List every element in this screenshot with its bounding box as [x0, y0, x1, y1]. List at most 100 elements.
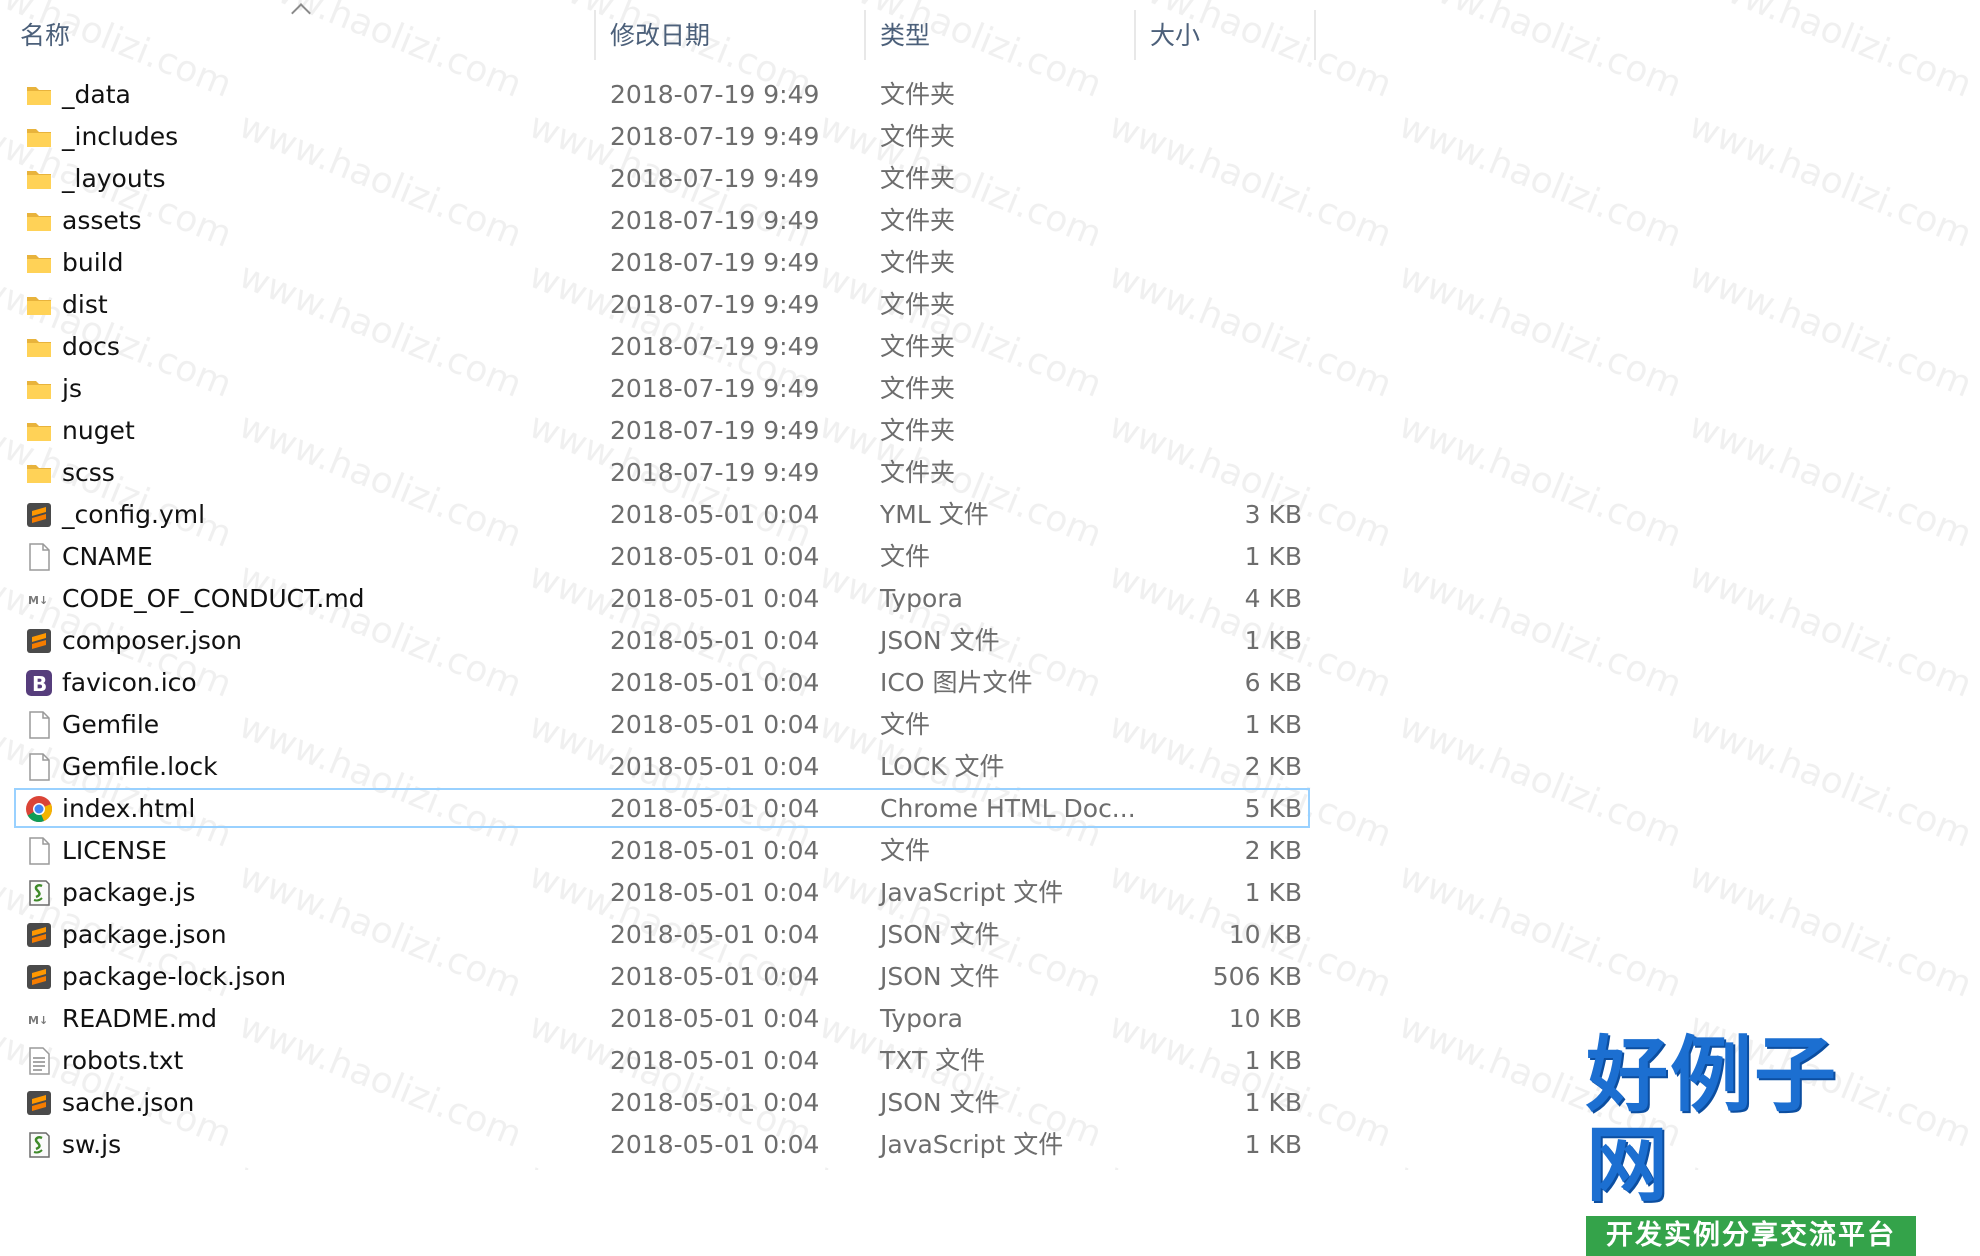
file-name: robots.txt	[62, 1046, 184, 1075]
file-type: JSON 文件	[880, 920, 1000, 949]
file-type: 文件夹	[880, 80, 956, 109]
file-size	[1150, 242, 1302, 284]
column-header-name-label: 名称	[20, 21, 71, 50]
file-row[interactable]: Gemfile 2018-05-01 0:04 文件 1 KB	[0, 704, 1320, 746]
file-row[interactable]: sache.json 2018-05-01 0:04 JSON 文件 1 KB	[0, 1082, 1320, 1124]
file-row[interactable]: nuget 2018-07-19 9:49 文件夹	[0, 410, 1320, 452]
folder-icon	[24, 458, 54, 488]
file-row[interactable]: sw.js 2018-05-01 0:04 JavaScript 文件 1 KB	[0, 1124, 1320, 1166]
sublime-icon	[24, 500, 54, 530]
file-type: 文件夹	[880, 332, 956, 361]
blank-file-icon	[24, 752, 54, 782]
file-size	[1150, 200, 1302, 242]
file-type: 文件夹	[880, 374, 956, 403]
sublime-icon	[24, 626, 54, 656]
file-row[interactable]: Bfavicon.ico 2018-05-01 0:04 ICO 图片文件 6 KB	[0, 662, 1320, 704]
file-row[interactable]: index.html 2018-05-01 0:04 Chrome HTML Doc…	[0, 788, 1320, 830]
file-date: 2018-05-01 0:04	[610, 836, 820, 865]
file-type: JavaScript 文件	[880, 878, 1064, 907]
file-name: Gemfile	[62, 710, 160, 739]
file-date: 2018-05-01 0:04	[610, 878, 820, 907]
file-size	[1150, 116, 1302, 158]
file-name: assets	[62, 206, 142, 235]
column-header: 名称 修改日期 类型 大小	[0, 0, 1320, 70]
folder-icon	[24, 332, 54, 362]
bootstrap-icon: B	[24, 668, 54, 698]
file-date: 2018-07-19 9:49	[610, 164, 820, 193]
blank-file-icon	[24, 542, 54, 572]
file-date: 2018-05-01 0:04	[610, 584, 820, 613]
file-name: build	[62, 248, 124, 277]
sublime-icon	[24, 962, 54, 992]
file-row[interactable]: M↓ README.md 2018-05-01 0:04 Typora 10 KB	[0, 998, 1320, 1040]
svg-text:M↓: M↓	[28, 594, 48, 607]
file-row[interactable]: js 2018-07-19 9:49 文件夹	[0, 368, 1320, 410]
file-type: 文件夹	[880, 458, 956, 487]
column-divider[interactable]	[1314, 10, 1316, 60]
column-header-date[interactable]: 修改日期	[604, 10, 864, 62]
file-name: js	[62, 374, 82, 403]
watermark-text: www.haolizi.com	[1683, 255, 1978, 406]
file-row[interactable]: dist 2018-07-19 9:49 文件夹	[0, 284, 1320, 326]
folder-icon	[24, 248, 54, 278]
file-date: 2018-07-19 9:49	[610, 206, 820, 235]
file-size	[1150, 74, 1302, 116]
watermark-text: www.haolizi.com	[1393, 255, 1688, 406]
column-header-size[interactable]: 大小	[1144, 10, 1314, 62]
file-row[interactable]: _config.yml 2018-05-01 0:04 YML 文件 3 KB	[0, 494, 1320, 536]
file-date: 2018-07-19 9:49	[610, 80, 820, 109]
file-date: 2018-07-19 9:49	[610, 332, 820, 361]
file-size: 1 KB	[1244, 710, 1302, 739]
watermark-text: www.haolizi.com	[1393, 555, 1688, 706]
folder-icon	[24, 80, 54, 110]
file-row[interactable]: package.json 2018-05-01 0:04 JSON 文件 10 KB	[0, 914, 1320, 956]
watermark-text: www.haolizi.com	[1683, 0, 1978, 106]
script-icon	[24, 1130, 54, 1160]
watermark-text: www.haolizi.com	[1393, 0, 1688, 106]
column-header-type[interactable]: 类型	[874, 10, 1134, 62]
file-name: sw.js	[62, 1130, 122, 1159]
watermark-text: www.haolizi.com	[1393, 705, 1688, 856]
watermark-text: www.haolizi.com	[1683, 705, 1978, 856]
column-divider[interactable]	[1134, 10, 1136, 60]
logo-subtitle: 开发实例分享交流平台	[1586, 1216, 1916, 1256]
chrome-icon	[24, 794, 54, 824]
column-divider[interactable]	[864, 10, 866, 60]
file-size: 2 KB	[1244, 836, 1302, 865]
script-icon	[24, 878, 54, 908]
file-row[interactable]: package.js 2018-05-01 0:04 JavaScript 文件 1 …	[0, 872, 1320, 914]
blank-file-icon	[24, 710, 54, 740]
file-row[interactable]: Gemfile.lock 2018-05-01 0:04 LOCK 文件 2 KB	[0, 746, 1320, 788]
watermark-text: www.haolizi.com	[1393, 105, 1688, 256]
file-row[interactable]: composer.json 2018-05-01 0:04 JSON 文件 1 KB	[0, 620, 1320, 662]
file-row[interactable]: package-lock.json 2018-05-01 0:04 JSON 文件 5…	[0, 956, 1320, 998]
file-name: package.js	[62, 878, 196, 907]
file-type: 文件	[880, 710, 931, 739]
file-name: LICENSE	[62, 836, 167, 865]
file-date: 2018-05-01 0:04	[610, 668, 820, 697]
folder-icon	[24, 290, 54, 320]
file-row[interactable]: robots.txt 2018-05-01 0:04 TXT 文件 1 KB	[0, 1040, 1320, 1082]
file-name: CODE_OF_CONDUCT.md	[62, 584, 365, 613]
file-row[interactable]: build 2018-07-19 9:49 文件夹	[0, 242, 1320, 284]
file-type: Typora	[880, 584, 963, 613]
column-divider[interactable]	[594, 10, 596, 60]
file-size	[1150, 326, 1302, 368]
file-name: composer.json	[62, 626, 243, 655]
file-date: 2018-05-01 0:04	[610, 920, 820, 949]
file-row[interactable]: _includes 2018-07-19 9:49 文件夹	[0, 116, 1320, 158]
file-name: scss	[62, 458, 115, 487]
file-date: 2018-05-01 0:04	[610, 1088, 820, 1117]
sublime-icon	[24, 1088, 54, 1118]
file-type: JSON 文件	[880, 626, 1000, 655]
file-row[interactable]: _data 2018-07-19 9:49 文件夹	[0, 74, 1320, 116]
file-row[interactable]: CNAME 2018-05-01 0:04 文件 1 KB	[0, 536, 1320, 578]
file-row[interactable]: LICENSE 2018-05-01 0:04 文件 2 KB	[0, 830, 1320, 872]
file-row[interactable]: M↓ CODE_OF_CONDUCT.md 2018-05-01 0:04 Typor…	[0, 578, 1320, 620]
file-name: README.md	[62, 1004, 218, 1033]
file-row[interactable]: assets 2018-07-19 9:49 文件夹	[0, 200, 1320, 242]
file-row[interactable]: scss 2018-07-19 9:49 文件夹	[0, 452, 1320, 494]
file-row[interactable]: _layouts 2018-07-19 9:49 文件夹	[0, 158, 1320, 200]
file-row[interactable]: docs 2018-07-19 9:49 文件夹	[0, 326, 1320, 368]
file-name: CNAME	[62, 542, 153, 571]
